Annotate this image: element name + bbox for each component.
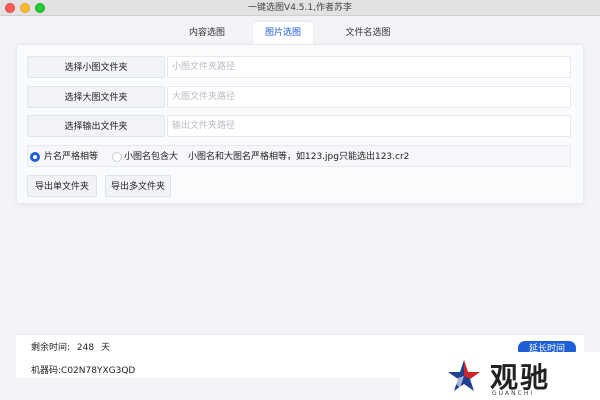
watermark-subtext: GUANCHI	[492, 390, 535, 397]
export-single-folder-button[interactable]: 导出单文件夹	[27, 175, 97, 197]
image-select-panel: 选择小图文件夹 选择大图文件夹 选择输出文件夹 片名严格相等 小图名包含大 小图…	[16, 44, 584, 204]
tab-image-select[interactable]: 图片选图	[253, 22, 313, 44]
radio-strict-equal-label[interactable]: 片名严格相等	[44, 146, 98, 168]
app-window: 一键选图V4.5.1,作者苏李 内容选图 图片选图 文件名选图 选择小图文件夹 …	[0, 0, 600, 400]
choose-large-folder-button[interactable]: 选择大图文件夹	[27, 86, 165, 108]
small-folder-path-input[interactable]	[167, 56, 571, 78]
choose-small-folder-button[interactable]: 选择小图文件夹	[27, 56, 165, 78]
watermark-logo: 观驰 GUANCHI	[400, 352, 600, 400]
star-logo-icon	[448, 360, 480, 391]
match-mode-hint: 小图名和大图名严格相等，如123.jpg只能选出123.cr2	[188, 152, 410, 162]
tab-content-select[interactable]: 内容选图	[175, 22, 239, 44]
remaining-time-label: 剩余时间:	[31, 343, 71, 353]
tab-bar: 内容选图 图片选图 文件名选图	[170, 22, 420, 44]
remaining-time-value: 248	[76, 343, 95, 353]
large-folder-path-input[interactable]	[167, 86, 571, 108]
match-mode-row: 片名严格相等 小图名包含大 小图名和大图名严格相等，如123.jpg只能选出12…	[27, 145, 571, 167]
tab-filename-select[interactable]: 文件名选图	[328, 22, 408, 44]
machine-code: 机器码:C02N78YXG3QD	[31, 366, 136, 376]
large-folder-row: 选择大图文件夹	[27, 86, 587, 108]
choose-output-folder-button[interactable]: 选择输出文件夹	[27, 115, 165, 137]
title-bar: 一键选图V4.5.1,作者苏李	[0, 0, 600, 16]
remaining-time-unit: 天	[100, 343, 110, 353]
output-folder-path-input[interactable]	[167, 115, 571, 137]
output-folder-row: 选择输出文件夹	[27, 115, 587, 137]
radio-contains[interactable]	[112, 152, 122, 162]
radio-contains-label[interactable]: 小图名包含大	[124, 146, 178, 168]
radio-strict-equal[interactable]	[30, 152, 40, 162]
window-title: 一键选图V4.5.1,作者苏李	[248, 3, 352, 13]
small-folder-row: 选择小图文件夹	[27, 56, 587, 78]
export-multi-folder-button[interactable]: 导出多文件夹	[105, 175, 171, 197]
remaining-time: 剩余时间: 248 天	[31, 340, 114, 353]
